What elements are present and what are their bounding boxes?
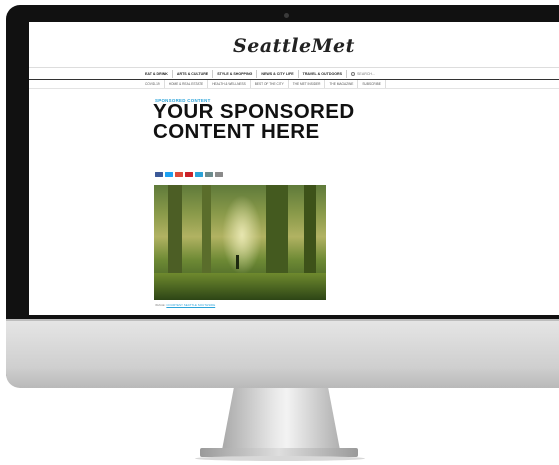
- main-navigation: EAT & DRINK ARTS & CULTURE STYLE & SHOPP…: [141, 70, 379, 78]
- nav-item-news-city-life[interactable]: NEWS & CITY LIFE: [257, 70, 299, 78]
- nav-item-eat-drink[interactable]: EAT & DRINK: [141, 70, 173, 78]
- print-icon[interactable]: [205, 172, 213, 177]
- pinterest-icon[interactable]: [185, 172, 193, 177]
- photo-caption: IMAGE: COURTESY SEATTLE SOUTHSIDE: [155, 303, 215, 307]
- site-header: SeattleMet: [29, 22, 559, 68]
- site-logo[interactable]: SeattleMet: [29, 35, 559, 57]
- headline-line-1: YOUR SPONSORED: [153, 100, 355, 123]
- subnav-item-magazine[interactable]: THE MAGAZINE: [325, 80, 359, 88]
- website-screen: SeattleMet EAT & DRINK ARTS & CULTURE ST…: [29, 22, 559, 315]
- subnav-divider: [29, 88, 559, 89]
- subnav-item-best-of-city[interactable]: BEST OF THE CITY: [251, 80, 289, 88]
- facebook-icon[interactable]: [155, 172, 163, 177]
- google-plus-icon[interactable]: [175, 172, 183, 177]
- search-icon: [351, 72, 356, 76]
- headline-line-2: CONTENT HERE: [153, 120, 320, 143]
- subnav-item-home-real-estate[interactable]: HOME & REAL ESTATE: [165, 80, 209, 88]
- article-headline: YOUR SPONSORED CONTENT HERE: [153, 100, 355, 143]
- subnav-item-subscribe[interactable]: SUBSCRIBE: [358, 80, 386, 88]
- subnav-item-health-wellness[interactable]: HEALTH & WELLNESS: [208, 80, 251, 88]
- hiker-figure: [236, 255, 239, 269]
- forest-floor: [154, 273, 326, 300]
- nav-item-travel-outdoors[interactable]: TRAVEL & OUTDOORS: [299, 70, 348, 78]
- caption-prefix: IMAGE:: [155, 303, 166, 307]
- forest-light: [222, 195, 262, 275]
- search-field[interactable]: SEARCH...: [347, 70, 379, 78]
- secondary-navigation: COVID-19 HOME & REAL ESTATE HEALTH & WEL…: [141, 80, 386, 88]
- camera-dot: [284, 13, 289, 18]
- article-hero-image: [154, 185, 326, 300]
- monitor-chin: [6, 319, 559, 388]
- nav-item-style-shopping[interactable]: STYLE & SHOPPING: [213, 70, 258, 78]
- caption-credit-link[interactable]: COURTESY SEATTLE SOUTHSIDE: [166, 303, 215, 307]
- email-icon[interactable]: [195, 172, 203, 177]
- nav-item-arts-culture[interactable]: ARTS & CULTURE: [173, 70, 214, 78]
- share-buttons: [155, 172, 223, 177]
- subnav-item-met-insider[interactable]: THE MET INSIDER: [289, 80, 326, 88]
- stand-shadow: [195, 456, 365, 461]
- subnav-item-covid[interactable]: COVID-19: [141, 80, 165, 88]
- more-icon[interactable]: [215, 172, 223, 177]
- search-placeholder: SEARCH...: [357, 72, 376, 76]
- monitor-stand: [222, 388, 340, 450]
- twitter-icon[interactable]: [165, 172, 173, 177]
- chin-divider: [6, 319, 559, 321]
